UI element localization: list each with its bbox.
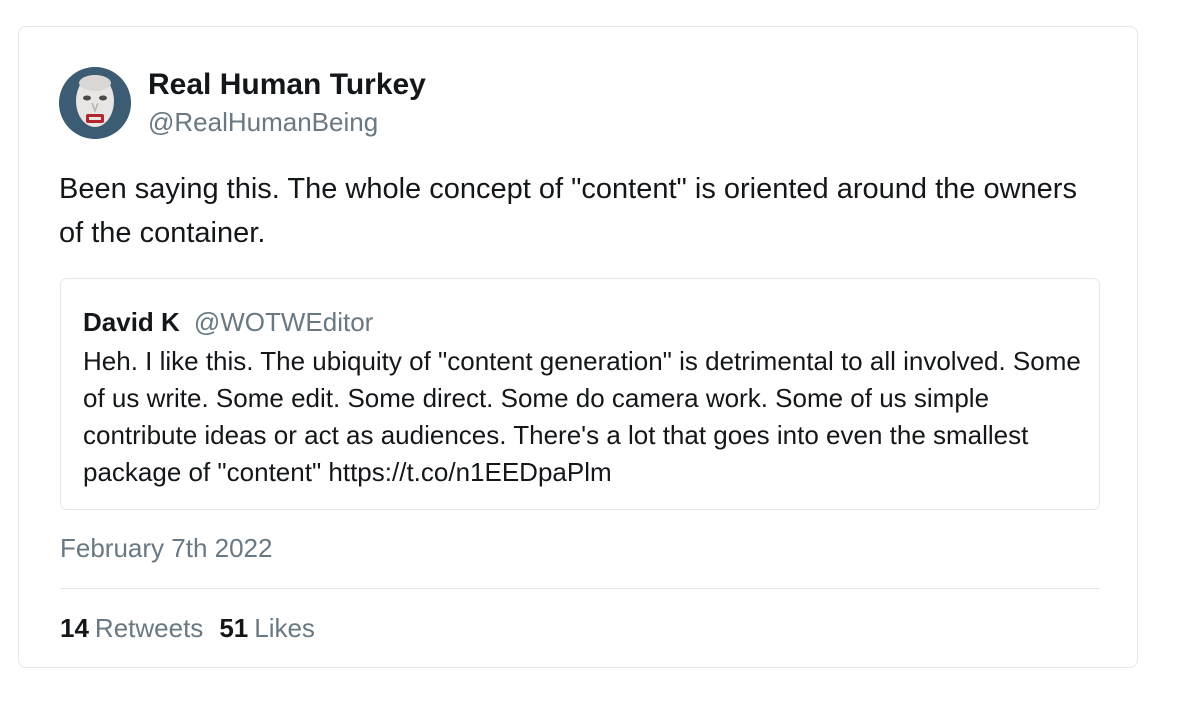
quoted-tweet[interactable]: David K @WOTWEditor Heh. I like this. The…	[60, 278, 1100, 510]
likes-label: Likes	[254, 613, 315, 643]
quoted-tweet-text: Heh. I like this. The ubiquity of "conte…	[83, 346, 1081, 487]
likes-count: 51	[219, 613, 249, 643]
masked-face-avatar-icon	[59, 67, 131, 139]
divider	[60, 588, 1100, 589]
author-name[interactable]: Real Human Turkey	[148, 67, 426, 103]
likes-stat[interactable]: 51 Likes	[219, 611, 315, 645]
avatar[interactable]	[59, 67, 131, 139]
quoted-author-name[interactable]: David K	[83, 307, 180, 337]
retweets-stat[interactable]: 14 Retweets	[60, 611, 203, 645]
tweet-card: Real Human Turkey @RealHumanBeing Been s…	[18, 26, 1138, 668]
quoted-author-handle[interactable]: @WOTWEditor	[194, 307, 374, 337]
retweets-label: Retweets	[94, 613, 204, 643]
tweet-text: Been saying this. The whole concept of "…	[59, 173, 1077, 249]
author-handle[interactable]: @RealHumanBeing	[148, 106, 378, 138]
tweet-stats: 14 Retweets 51 Likes	[60, 611, 315, 645]
tweet-date[interactable]: February 7th 2022	[60, 531, 272, 565]
retweets-count: 14	[60, 613, 89, 643]
quoted-tweet-header: David K @WOTWEditor	[83, 305, 1077, 339]
